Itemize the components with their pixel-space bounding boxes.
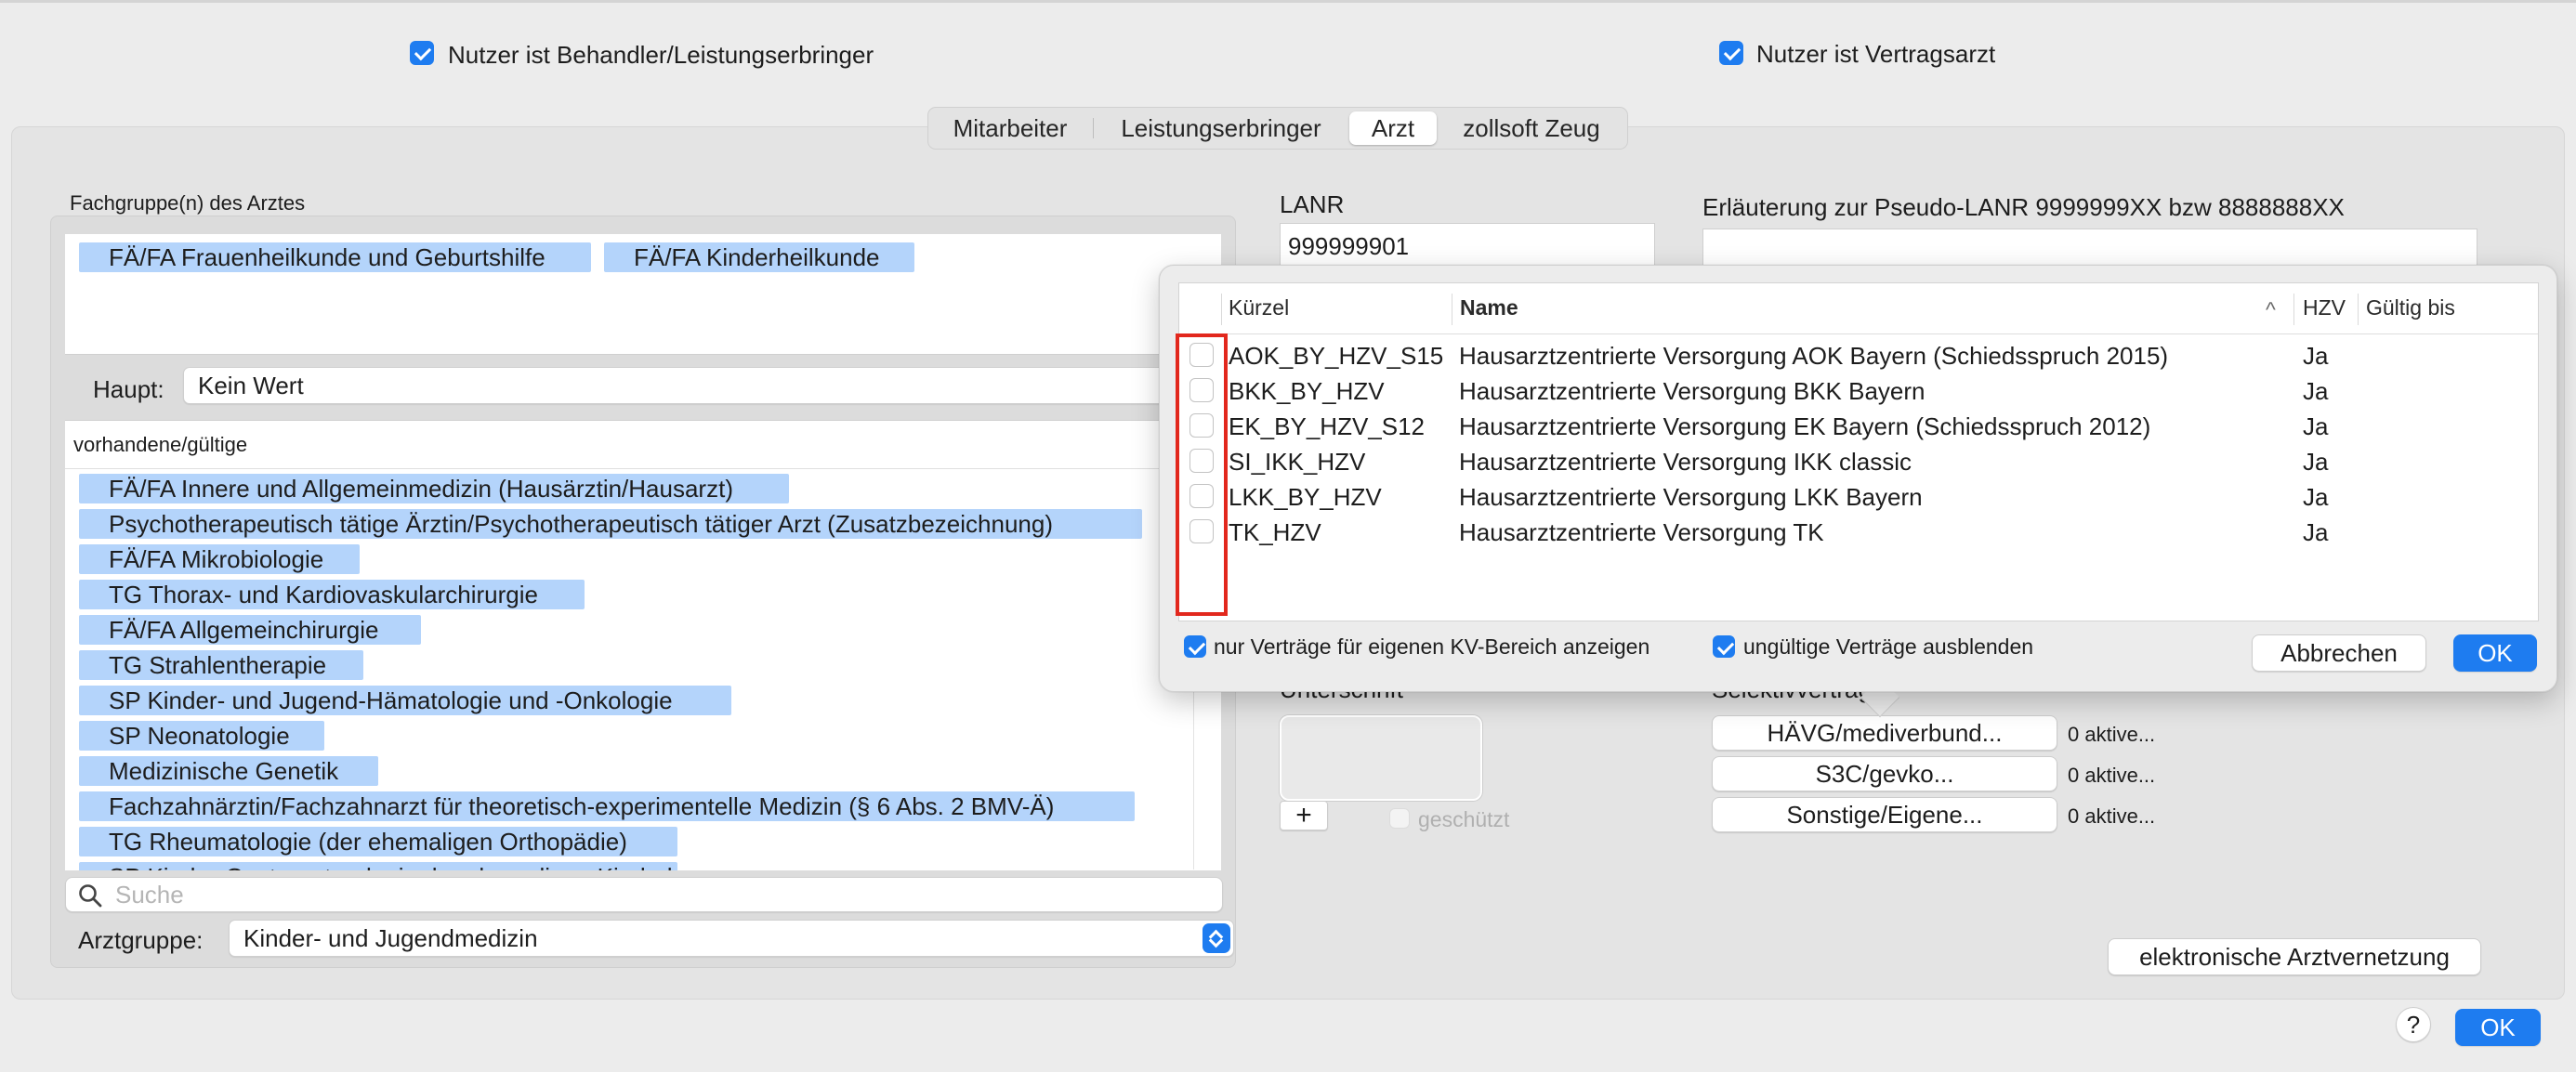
haupt-select[interactable]	[183, 367, 1233, 404]
behandler-checkbox[interactable]	[410, 41, 434, 65]
lanr-value: 999999901	[1288, 232, 1410, 260]
signature-box[interactable]	[1280, 715, 1482, 801]
arztgruppe-label: Arztgruppe:	[78, 926, 204, 954]
tab-arzt[interactable]: Arzt	[1349, 111, 1437, 145]
row-name: Hausarztzentrierte Versorgung IKK classi…	[1459, 448, 1912, 476]
help-button[interactable]: ?	[2396, 1007, 2431, 1042]
tab-zollsoft-zeug[interactable]: zollsoft Zeug	[1442, 111, 1621, 145]
available-item[interactable]: SP Neonatologie	[79, 721, 324, 751]
tab-separator	[1093, 118, 1094, 138]
selected-chip[interactable]: FÄ/FA Kinderheilkunde	[604, 242, 914, 272]
table-header-divider	[1179, 333, 2538, 334]
filter-kv-checkbox[interactable]	[1184, 635, 1206, 658]
row-kuerzel: AOK_BY_HZV_S15	[1229, 342, 1444, 370]
row-name: Hausarztzentrierte Versorgung EK Bayern …	[1459, 412, 2151, 440]
haevg-status: 0 aktive...	[2068, 723, 2156, 746]
haupt-value: Kein Wert	[198, 372, 304, 399]
arztgruppe-stepper-icon[interactable]	[1203, 923, 1230, 953]
row-kuerzel: SI_IKK_HZV	[1229, 448, 1366, 476]
row-kuerzel: BKK_BY_HZV	[1229, 377, 1385, 405]
haupt-label: Haupt:	[93, 375, 164, 403]
pseudo-lanr-label: Erläuterung zur Pseudo-LANR 9999999XX bz…	[1702, 193, 2345, 221]
s3c-button[interactable]: S3C/gevko...	[1712, 756, 2057, 791]
row-hzv: Ja	[2303, 518, 2329, 546]
column-separator	[2293, 294, 2294, 325]
window-top-border	[0, 0, 2576, 3]
row-hzv: Ja	[2303, 377, 2329, 405]
tab-leistungserbringer[interactable]: Leistungserbringer	[1100, 111, 1342, 145]
row-hzv: Ja	[2303, 448, 2329, 476]
add-signature-button[interactable]: +	[1280, 801, 1328, 830]
filter-invalid-checkbox[interactable]	[1713, 635, 1735, 658]
search-placeholder: Suche	[115, 881, 184, 909]
vertragsarzt-checkbox[interactable]	[1719, 41, 1743, 65]
column-separator	[2358, 294, 2359, 325]
available-item-clipped[interactable]: SP Kinder-Gastroenterologie der ehemalig…	[79, 862, 677, 870]
column-hzv[interactable]: HZV	[2303, 295, 2346, 320]
column-name[interactable]: Name	[1460, 295, 1518, 320]
row-kuerzel: EK_BY_HZV_S12	[1229, 412, 1426, 440]
s3c-status: 0 aktive...	[2068, 764, 2156, 787]
popover-ok-button[interactable]: OK	[2453, 634, 2537, 672]
row-name: Hausarztzentrierte Versorgung AOK Bayern…	[1459, 342, 2169, 370]
ok-button[interactable]: OK	[2455, 1009, 2541, 1046]
sonstige-button[interactable]: Sonstige/Eigene...	[1712, 797, 2057, 832]
available-item[interactable]: TG Strahlentherapie	[79, 650, 363, 680]
sonstige-status: 0 aktive...	[2068, 804, 2156, 828]
row-kuerzel: TK_HZV	[1229, 518, 1321, 546]
available-item[interactable]: FÄ/FA Mikrobiologie	[79, 544, 360, 574]
list-header-divider	[65, 468, 1221, 469]
row-name: Hausarztzentrierte Versorgung LKK Bayern	[1459, 483, 1923, 511]
filter-kv-label: nur Verträge für eigenen KV-Bereich anze…	[1214, 634, 1650, 659]
popover-cancel-button[interactable]: Abbrechen	[2252, 634, 2426, 672]
available-item[interactable]: Psychotherapeutisch tätige Ärztin/Psycho…	[79, 509, 1142, 539]
tab-mitarbeiter[interactable]: Mitarbeiter	[935, 111, 1085, 145]
column-separator	[1221, 294, 1222, 325]
available-item[interactable]: FÄ/FA Allgemeinchirurgie	[79, 615, 421, 645]
row-kuerzel: LKK_BY_HZV	[1229, 483, 1382, 511]
behandler-label: Nutzer ist Behandler/Leistungserbringer	[448, 41, 874, 69]
row-hzv: Ja	[2303, 342, 2329, 370]
sort-ascending-icon: ^	[2266, 297, 2276, 321]
row-name: Hausarztzentrierte Versorgung TK	[1459, 518, 1824, 546]
vertragsarzt-label: Nutzer ist Vertragsarzt	[1756, 40, 1996, 68]
available-item[interactable]: Medizinische Genetik	[79, 756, 378, 786]
fachgruppen-title: Fachgruppe(n) des Arztes	[70, 191, 306, 215]
haevg-button[interactable]: HÄVG/mediverbund...	[1712, 715, 2057, 751]
available-list-header: vorhandene/gültige	[73, 433, 248, 456]
pseudo-lanr-textarea[interactable]	[1702, 229, 2477, 266]
available-item[interactable]: SP Kinder-Gastroenterologie der ehemalig…	[79, 862, 677, 870]
available-item[interactable]: TG Thorax- und Kardiovaskularchirurgie	[79, 580, 585, 609]
selected-chip[interactable]: FÄ/FA Frauenheilkunde und Geburtshilfe	[79, 242, 591, 272]
search-icon	[79, 884, 102, 908]
geschuetzt-label: geschützt	[1418, 807, 1510, 831]
row-hzv: Ja	[2303, 483, 2329, 511]
available-item[interactable]: Fachzahnärztin/Fachzahnarzt für theoreti…	[79, 791, 1135, 821]
search-field[interactable]	[65, 877, 1223, 912]
lanr-label: LANR	[1280, 190, 1345, 218]
geschuetzt-checkbox[interactable]	[1389, 808, 1410, 829]
row-name: Hausarztzentrierte Versorgung BKK Bayern	[1459, 377, 1925, 405]
column-kuerzel[interactable]: Kürzel	[1229, 295, 1289, 320]
filter-invalid-label: ungültige Verträge ausblenden	[1743, 634, 2034, 659]
row-hzv: Ja	[2303, 412, 2329, 440]
arztvernetzung-button[interactable]: elektronische Arztvernetzung	[2108, 938, 2481, 975]
checkbox-highlight-box	[1176, 333, 1228, 616]
column-gueltig-bis[interactable]: Gültig bis	[2366, 295, 2455, 320]
arztgruppe-value: Kinder- und Jugendmedizin	[243, 924, 538, 952]
available-item[interactable]: SP Kinder- und Jugend-Hämatologie und -O…	[79, 686, 731, 715]
available-item[interactable]: TG Rheumatologie (der ehemaligen Orthopä…	[79, 827, 677, 856]
available-item[interactable]: FÄ/FA Innere und Allgemeinmedizin (Hausä…	[79, 474, 789, 503]
